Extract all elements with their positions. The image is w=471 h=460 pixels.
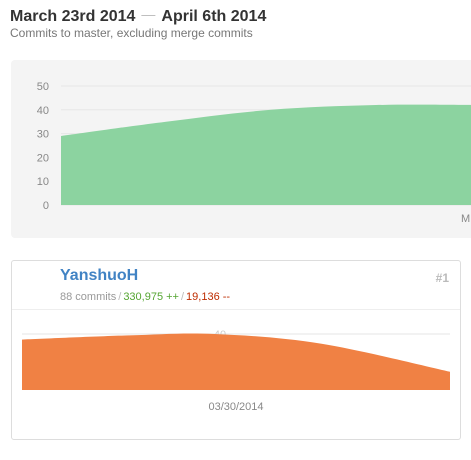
overview-chart[interactable]: 50 40 30 20 10 0 M: [11, 60, 471, 238]
contributor-card-header: YanshuoH #1 88 commits/330,975 ++/19,136…: [12, 261, 460, 310]
additions-count: 330,975 ++: [123, 291, 179, 303]
date-separator: —: [141, 6, 156, 22]
date-range: March 23rd 2014 — April 6th 2014: [10, 5, 471, 28]
start-date: March 23rd 2014: [10, 8, 136, 25]
stats-separator: /: [118, 291, 122, 303]
graph-header: March 23rd 2014 — April 6th 2014 Commits t…: [10, 5, 471, 40]
contributor-rank: #1: [435, 271, 449, 285]
y-tick-label: 50: [37, 81, 49, 93]
y-tick-label: 10: [37, 176, 49, 188]
x-tick-label: M: [461, 213, 470, 225]
graph-subtitle: Commits to master, excluding merge commi…: [10, 26, 253, 40]
skull-avatar-icon[interactable]: [23, 270, 53, 300]
contributor-card: YanshuoH #1 88 commits/330,975 ++/19,136…: [11, 260, 461, 440]
contributor-stats: 88 commits/330,975 ++/19,136 --: [60, 291, 230, 303]
contributor-username-link[interactable]: YanshuoH: [60, 267, 138, 285]
contributor-chart[interactable]: 40 03/30/2014: [12, 310, 460, 439]
overview-chart-panel[interactable]: 50 40 30 20 10 0 M: [11, 60, 471, 238]
y-tick-label: 30: [37, 129, 49, 141]
y-tick-label: 20: [37, 152, 49, 164]
y-tick-label: 40: [37, 105, 49, 117]
deletions-count: 19,136 --: [186, 291, 231, 303]
end-date: April 6th 2014: [161, 8, 267, 25]
contributor-area-series: [22, 333, 450, 390]
commits-count-link[interactable]: 88 commits: [60, 291, 116, 303]
stats-separator: /: [180, 291, 185, 303]
overview-area-series: [61, 104, 471, 205]
y-tick-label: 0: [43, 200, 49, 212]
x-tick-label: 03/30/2014: [208, 401, 263, 413]
